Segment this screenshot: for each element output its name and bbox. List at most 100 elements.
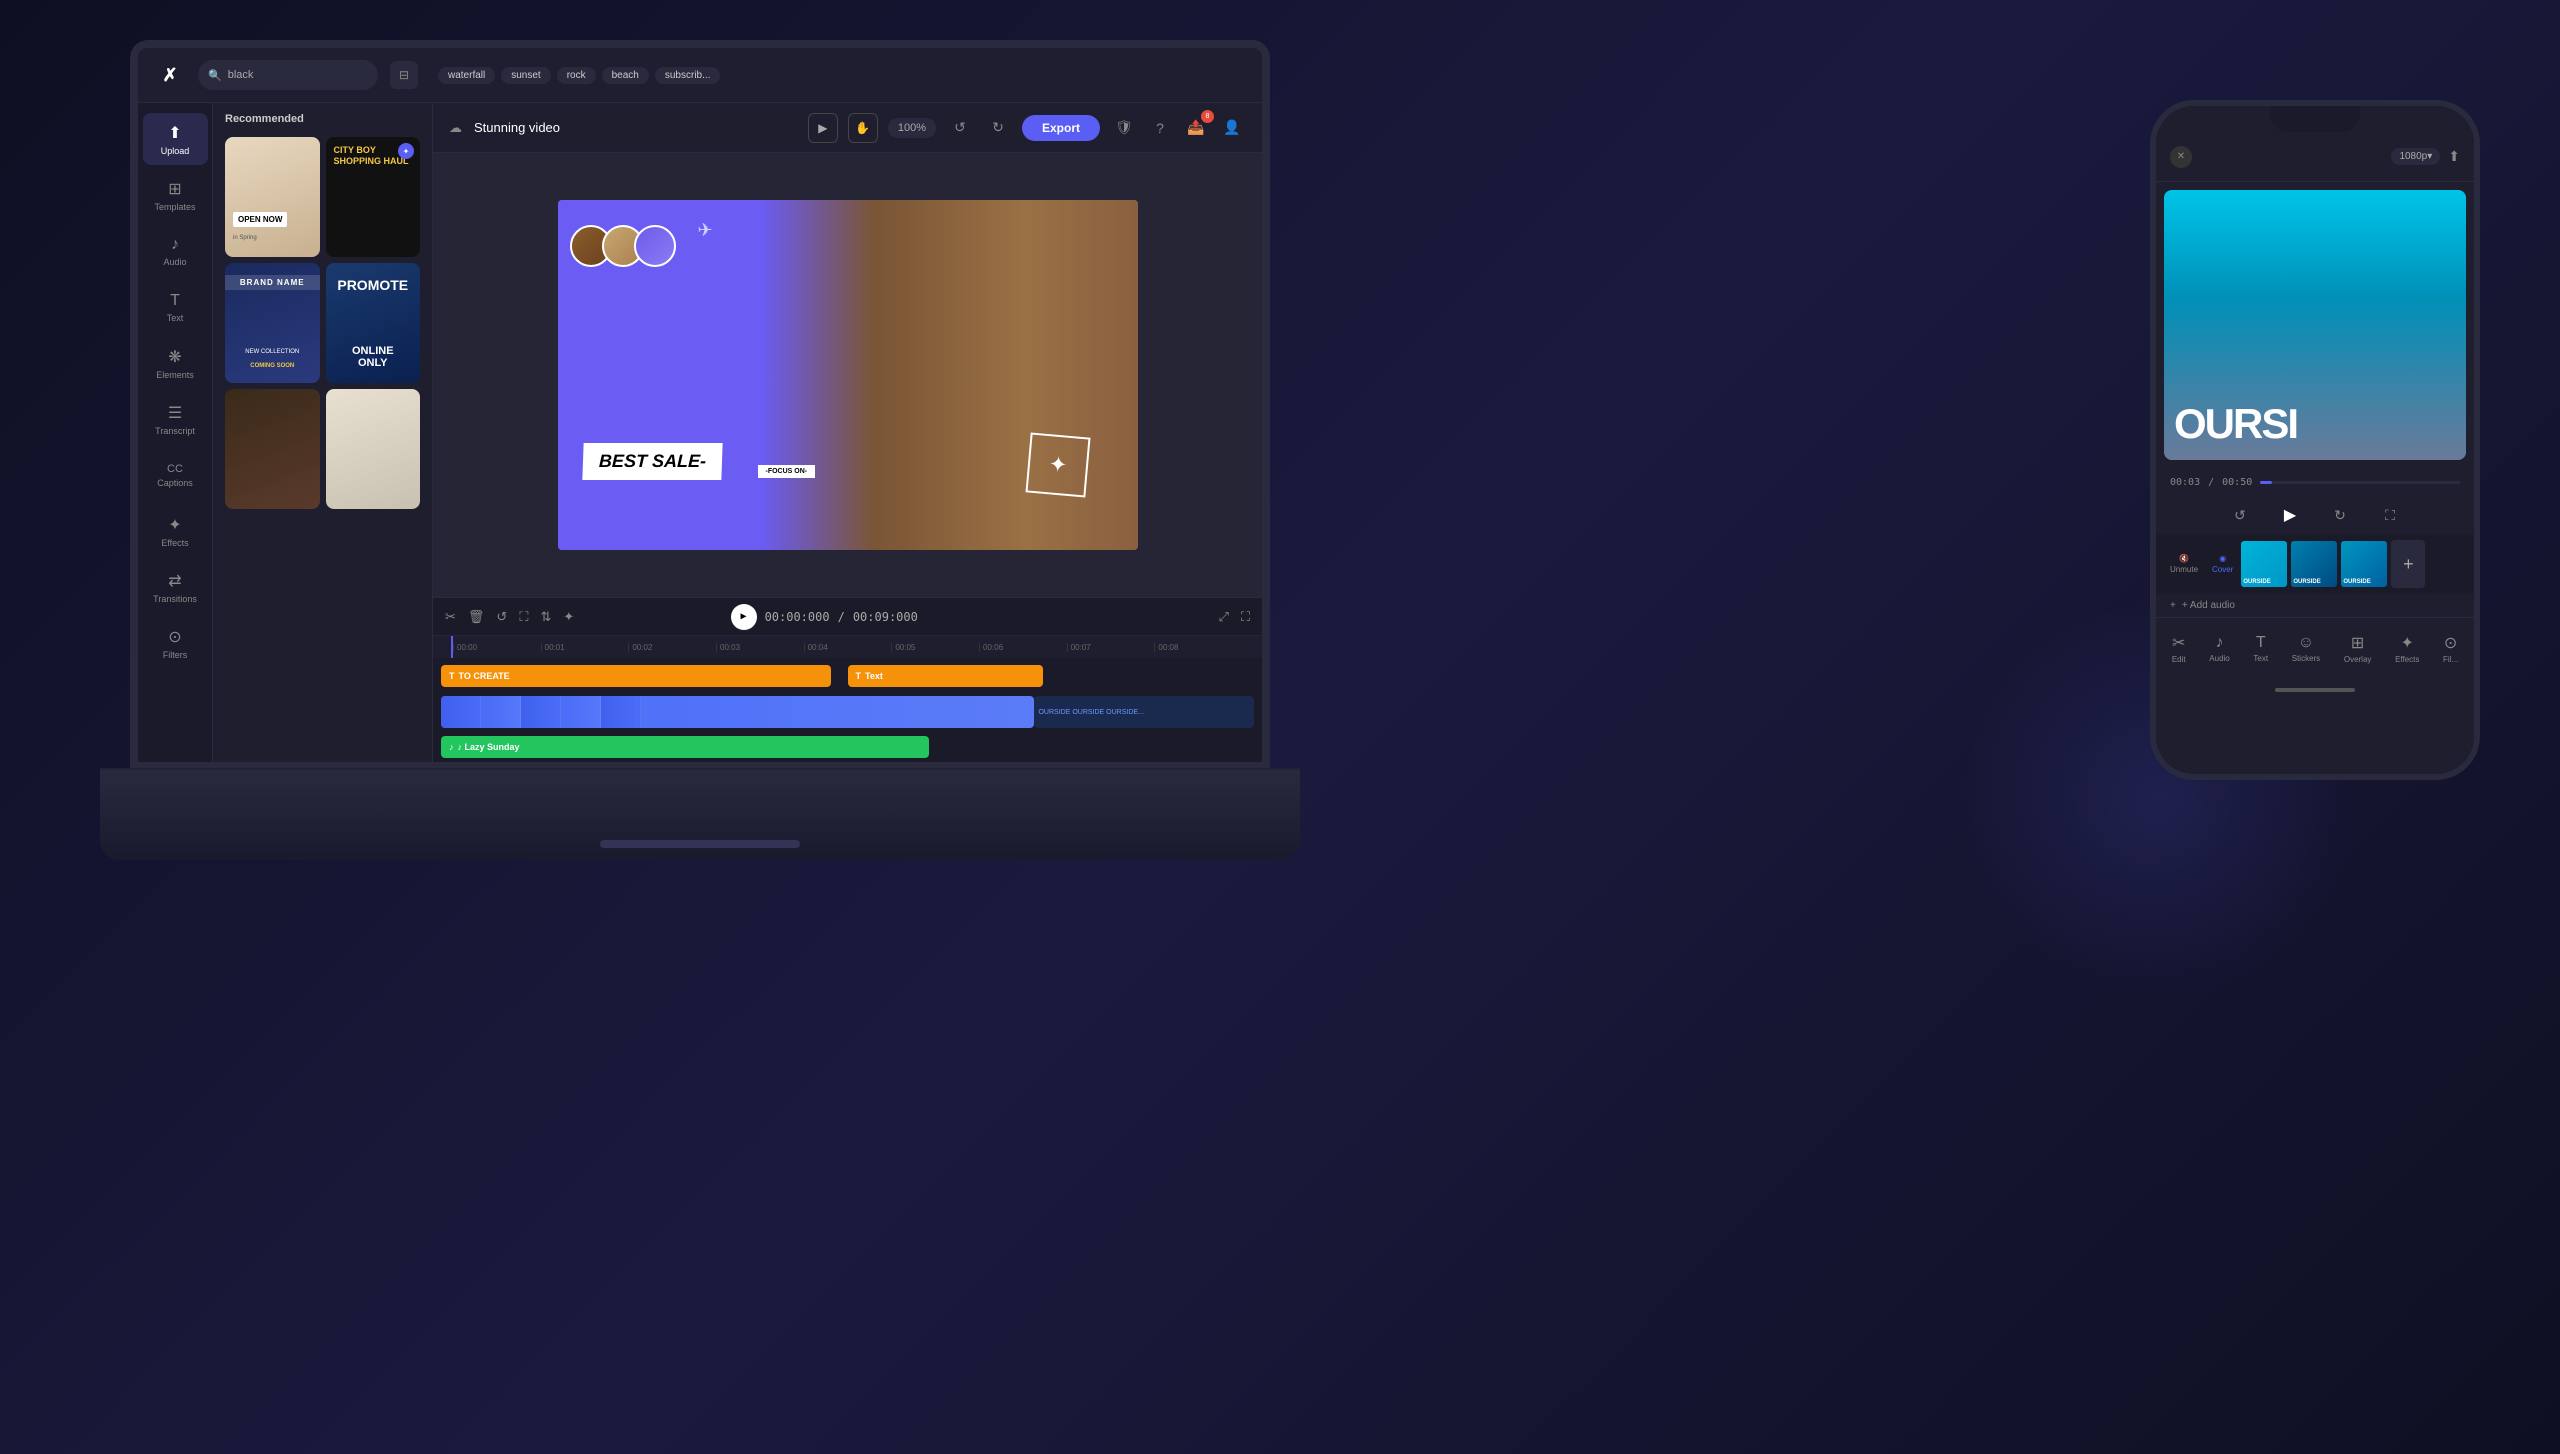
sidebar-label-upload: Upload [161, 146, 190, 156]
clip-text[interactable]: T Text [848, 665, 1043, 687]
tag-sunset[interactable]: sunset [501, 67, 550, 84]
strip-text-1: OURSIDE [2243, 579, 2270, 585]
phone-cover-selected[interactable]: ◉ Cover [2208, 554, 2237, 574]
help-icon[interactable]: ? [1146, 114, 1174, 142]
flip-tool[interactable]: ⇅ [540, 609, 551, 625]
phone-undo-button[interactable]: ↺ [2225, 500, 2255, 530]
music-icon: ♪ [449, 742, 454, 752]
phone-nav-overlay[interactable]: ⊞ Overlay [2344, 633, 2372, 664]
editor-actions: ▶ ✋ 100% ↺ ↻ Export 🛡 ? 📤 [808, 113, 1246, 143]
phone-strip-clip-1[interactable]: OURSIDE [2241, 541, 2287, 587]
tag-waterfall[interactable]: waterfall [438, 67, 495, 84]
cut-tool[interactable]: ✂ [445, 609, 456, 625]
video-track: OURSIDE OURSIDE OURSIDE... [441, 694, 1254, 730]
clip-to-create-label: TO CREATE [459, 671, 510, 681]
sidebar-item-effects[interactable]: ✦ Effects [143, 505, 208, 557]
loop-tool[interactable]: ↺ [496, 609, 507, 625]
phone-nav-effects[interactable]: ✦ Effects [2395, 633, 2419, 664]
phone-add-audio-button[interactable]: + + Add audio [2156, 594, 2474, 617]
magic-tool[interactable]: ✦ [563, 609, 574, 625]
sidebar-label-captions: Captions [157, 478, 193, 488]
template-card-3[interactable]: BRAND NAME NEW COLLECTION COMING SOON [225, 263, 320, 383]
tag-rock[interactable]: rock [557, 67, 596, 84]
timeline: ✂ 🗑 ↺ ⛶ ⇅ ✦ ▶ 00:00:000 / 00: [433, 597, 1262, 762]
mark-6: 00:06 [979, 643, 1067, 652]
template-card-2[interactable]: CITY BOYSHOPPING HAUL ✦ [326, 137, 421, 257]
phone-nav-filters[interactable]: ⊙ Fil... [2443, 633, 2458, 664]
shield-icon[interactable]: 🛡 [1110, 114, 1138, 142]
template-card-1[interactable]: OPEN NOW in Spring [225, 137, 320, 257]
phone-fullscreen-button[interactable]: ⛶ [2375, 500, 2405, 530]
timeline-play-button[interactable]: ▶ [731, 604, 757, 630]
sidebar-item-upload[interactable]: ⬆ Upload [143, 113, 208, 165]
canvas-model-bg [761, 200, 1138, 550]
audio-clip[interactable]: ♪ ♪ Lazy Sunday [441, 736, 929, 758]
tag-subscribe[interactable]: subscrib... [655, 67, 721, 84]
user-avatar[interactable]: 👤 [1218, 114, 1246, 142]
stickers-nav-icon: ☺ [2298, 634, 2314, 652]
video-clip-main[interactable] [441, 696, 1034, 728]
focus-text: -FOCUS ON- [766, 468, 808, 475]
export-button[interactable]: Export [1022, 115, 1100, 141]
playhead[interactable] [451, 636, 453, 658]
sidebar-item-transcript[interactable]: ☰ Transcript [143, 393, 208, 445]
resize-tool[interactable]: ⤢ [1218, 609, 1228, 625]
current-time: 00:00:000 [765, 610, 830, 624]
sidebar-item-elements[interactable]: ❋ Elements [143, 337, 208, 389]
sidebar-item-transitions[interactable]: ⇄ Transitions [143, 561, 208, 613]
video-clip-text[interactable]: OURSIDE OURSIDE OURSIDE... [1034, 696, 1254, 728]
sidebar-item-filters[interactable]: ⊙ Filters [143, 617, 208, 669]
sidebar-item-audio[interactable]: ♪ Audio [143, 225, 208, 277]
share-icon[interactable]: 📤 8 [1182, 114, 1210, 142]
phone-nav-stickers[interactable]: ☺ Stickers [2292, 634, 2320, 663]
template-card-6[interactable] [326, 389, 421, 509]
phone-nav-edit[interactable]: ✂ Edit [2172, 633, 2186, 664]
tag-beach[interactable]: beach [602, 67, 649, 84]
hand-tool-button[interactable]: ✋ [848, 113, 878, 143]
phone-screen: ✕ 1080p▾ ⬆ OURSI 00:03 / 00:50 [2156, 106, 2474, 774]
clip-to-create[interactable]: T TO CREATE [441, 665, 831, 687]
send-icon: ✈ [698, 220, 713, 241]
undo-button[interactable]: ↺ [946, 114, 974, 142]
zoom-display[interactable]: 100% [888, 118, 936, 138]
sidebar-item-templates[interactable]: ⊞ Templates [143, 169, 208, 221]
templates-icon: ⊞ [168, 179, 181, 199]
phone-progress-bar[interactable] [2260, 481, 2460, 484]
clip-t-icon-2: T [856, 671, 862, 681]
mark-1: 00:01 [541, 643, 629, 652]
crop-tool[interactable]: ⛶ [519, 609, 528, 625]
search-bar-container[interactable]: 🔍 black [198, 60, 378, 90]
phone-close-button[interactable]: ✕ [2170, 146, 2192, 168]
upload-icon: ⬆ [168, 123, 181, 143]
sidebar-item-captions[interactable]: CC Captions [143, 449, 208, 501]
phone-redo-button[interactable]: ↻ [2325, 500, 2355, 530]
video-canvas: ✈ BEST SALE- -FOCUS ON- ✦ [558, 200, 1138, 550]
add-audio-label: + Add audio [2182, 600, 2235, 611]
tc3-collection-label: NEW COLLECTION [225, 349, 320, 355]
phone-unmute[interactable]: 🔇 Unmute [2164, 554, 2204, 574]
tc2-badge: ✦ [398, 143, 414, 159]
preview-play-button[interactable]: ▶ [808, 113, 838, 143]
tc3-coming-label: COMING SOON [225, 363, 320, 369]
phone-canvas: OURSI [2164, 190, 2466, 460]
canvas-area: ✈ BEST SALE- -FOCUS ON- ✦ [433, 153, 1262, 597]
canvas-avatars [578, 225, 676, 267]
template-card-5[interactable] [225, 389, 320, 509]
template-card-4[interactable]: PROMOTE ONLINEONLY [326, 263, 421, 383]
phone-play-button[interactable]: ▶ [2275, 500, 2305, 530]
sidebar-item-text[interactable]: T Text [143, 281, 208, 333]
phone-add-clip-button[interactable]: + [2391, 540, 2425, 588]
phone-top-bar: ✕ 1080p▾ ⬆ [2156, 132, 2474, 182]
phone-thumb-strip: 🔇 Unmute ◉ Cover OURSIDE OURSIDE OURSID [2156, 534, 2474, 594]
phone-strip-clip-2[interactable]: OURSIDE [2291, 541, 2337, 587]
filter-button[interactable]: ⊟ [390, 61, 418, 89]
phone-resolution[interactable]: 1080p▾ [2391, 148, 2440, 165]
delete-tool[interactable]: 🗑 [468, 609, 485, 625]
fullscreen-tool[interactable]: ⛶ [1241, 609, 1250, 625]
redo-button[interactable]: ↻ [984, 114, 1012, 142]
sidebar-label-filters: Filters [163, 650, 188, 660]
phone-nav-audio[interactable]: ♪ Audio [2209, 634, 2229, 663]
phone-upload-icon[interactable]: ⬆ [2448, 148, 2460, 165]
phone-strip-clip-3[interactable]: OURSIDE [2341, 541, 2387, 587]
phone-nav-text[interactable]: T Text [2253, 634, 2268, 663]
